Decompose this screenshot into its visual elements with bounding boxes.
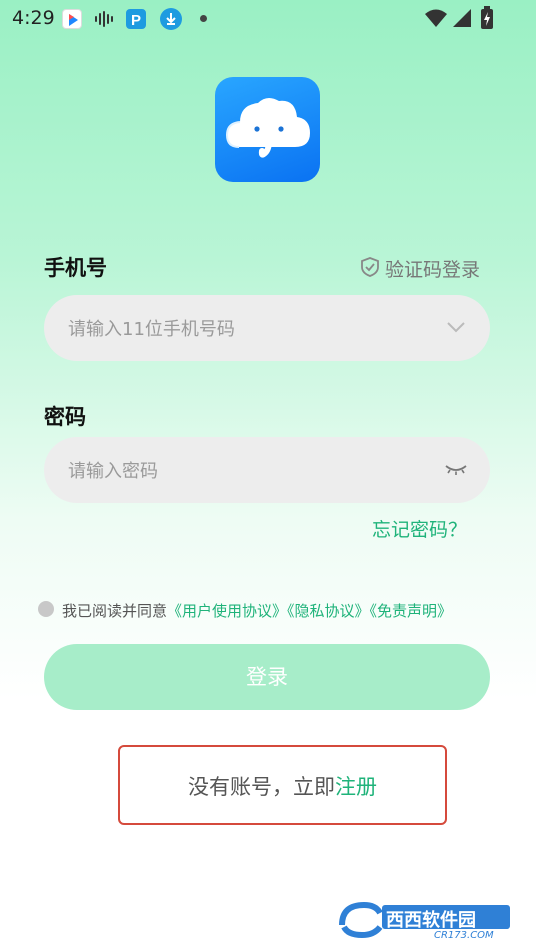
svg-text:P: P	[131, 12, 141, 29]
agreement-checkbox[interactable]	[38, 601, 54, 617]
password-placeholder: 请输入密码	[68, 461, 158, 482]
status-bar: 4:29 P	[0, 0, 536, 38]
sms-login-link[interactable]: 验证码登录	[360, 255, 480, 282]
password-label: 密码	[44, 405, 86, 429]
password-input[interactable]: 请输入密码	[44, 437, 490, 503]
download-icon	[160, 8, 182, 30]
agreement-text: 我已阅读并同意《用户使用协议》《隐私协议》《免责声明》	[62, 600, 452, 621]
phone-placeholder: 请输入11位手机号码	[68, 319, 235, 340]
video-app-icon	[62, 9, 82, 29]
notification-dot	[200, 15, 207, 22]
eye-closed-icon[interactable]	[444, 461, 468, 480]
phone-label: 手机号	[44, 256, 107, 280]
register-link[interactable]: 注册	[335, 775, 377, 799]
register-prompt: 没有账号，立即注册	[120, 747, 445, 827]
status-time: 4:29	[12, 7, 55, 29]
agreement-prefix: 我已阅读并同意	[62, 602, 168, 620]
user-agreement-link[interactable]: 《用户使用协议》	[167, 602, 287, 620]
watermark-sub: CR173.COM	[434, 930, 494, 941]
login-button[interactable]: 登录	[44, 644, 490, 710]
register-highlight-box: 没有账号，立即注册	[118, 745, 447, 825]
parking-app-icon: P	[126, 9, 146, 29]
signal-icon	[452, 8, 472, 32]
forgot-password-link[interactable]: 忘记密码？	[372, 515, 467, 542]
sms-login-label: 验证码登录	[385, 259, 481, 281]
shield-check-icon	[360, 256, 380, 282]
disclaimer-link[interactable]: 《免责声明》	[370, 602, 453, 620]
register-prefix: 没有账号，立即	[188, 775, 335, 799]
app-logo	[215, 77, 320, 182]
watermark-logo: 西西软件园 CR173.COM	[338, 897, 518, 943]
waveform-icon	[94, 11, 116, 31]
phone-input[interactable]: 请输入11位手机号码	[44, 295, 490, 361]
chevron-down-icon[interactable]	[446, 319, 466, 338]
battery-charging-icon	[480, 6, 494, 34]
watermark-text: 西西软件园	[386, 910, 476, 931]
wifi-icon	[424, 8, 448, 32]
privacy-agreement-link[interactable]: 《隐私协议》	[287, 602, 370, 620]
